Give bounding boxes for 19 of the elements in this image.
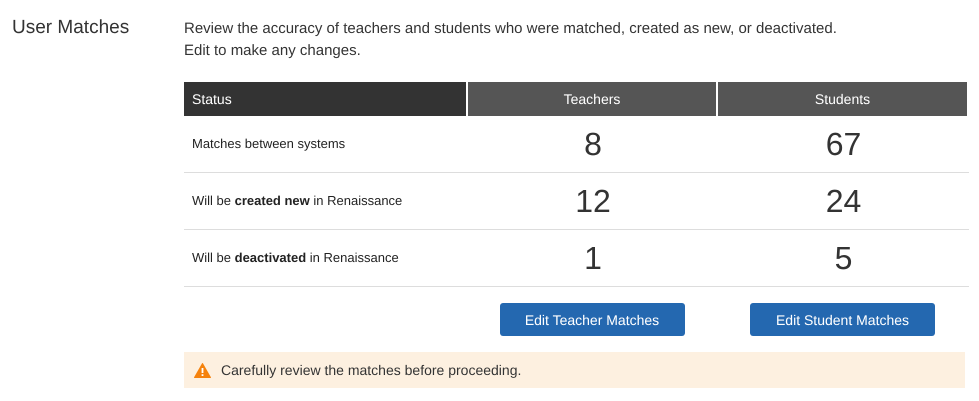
count-cell: 12 [468, 173, 718, 230]
status-cell: Will be created new in Renaissance [184, 173, 468, 230]
column-header: Teachers [468, 82, 716, 116]
count-cell: 24 [718, 173, 969, 230]
section-title: User Matches [12, 16, 130, 40]
column-header: Students [718, 82, 967, 116]
count-cell: 5 [718, 230, 969, 287]
edit-matches-button[interactable]: Edit Teacher Matches [500, 303, 684, 336]
status-cell: Will be deactivated in Renaissance [184, 230, 468, 287]
count-cell: 8 [468, 116, 718, 173]
description-text: Review the accuracy of teachers and students who were matched, created as new, or deactivated. [184, 19, 838, 39]
warning-icon [194, 362, 211, 378]
description-text: Edit to make any changes. [184, 41, 362, 61]
status-cell: Matches between systems [184, 116, 468, 173]
column-header: Status [184, 82, 466, 116]
edit-matches-button[interactable]: Edit Student Matches [750, 303, 935, 336]
count-cell: 1 [468, 230, 718, 287]
count-cell: 67 [718, 116, 969, 173]
alert-text: Carefully review the matches before proceeding. [221, 362, 522, 378]
